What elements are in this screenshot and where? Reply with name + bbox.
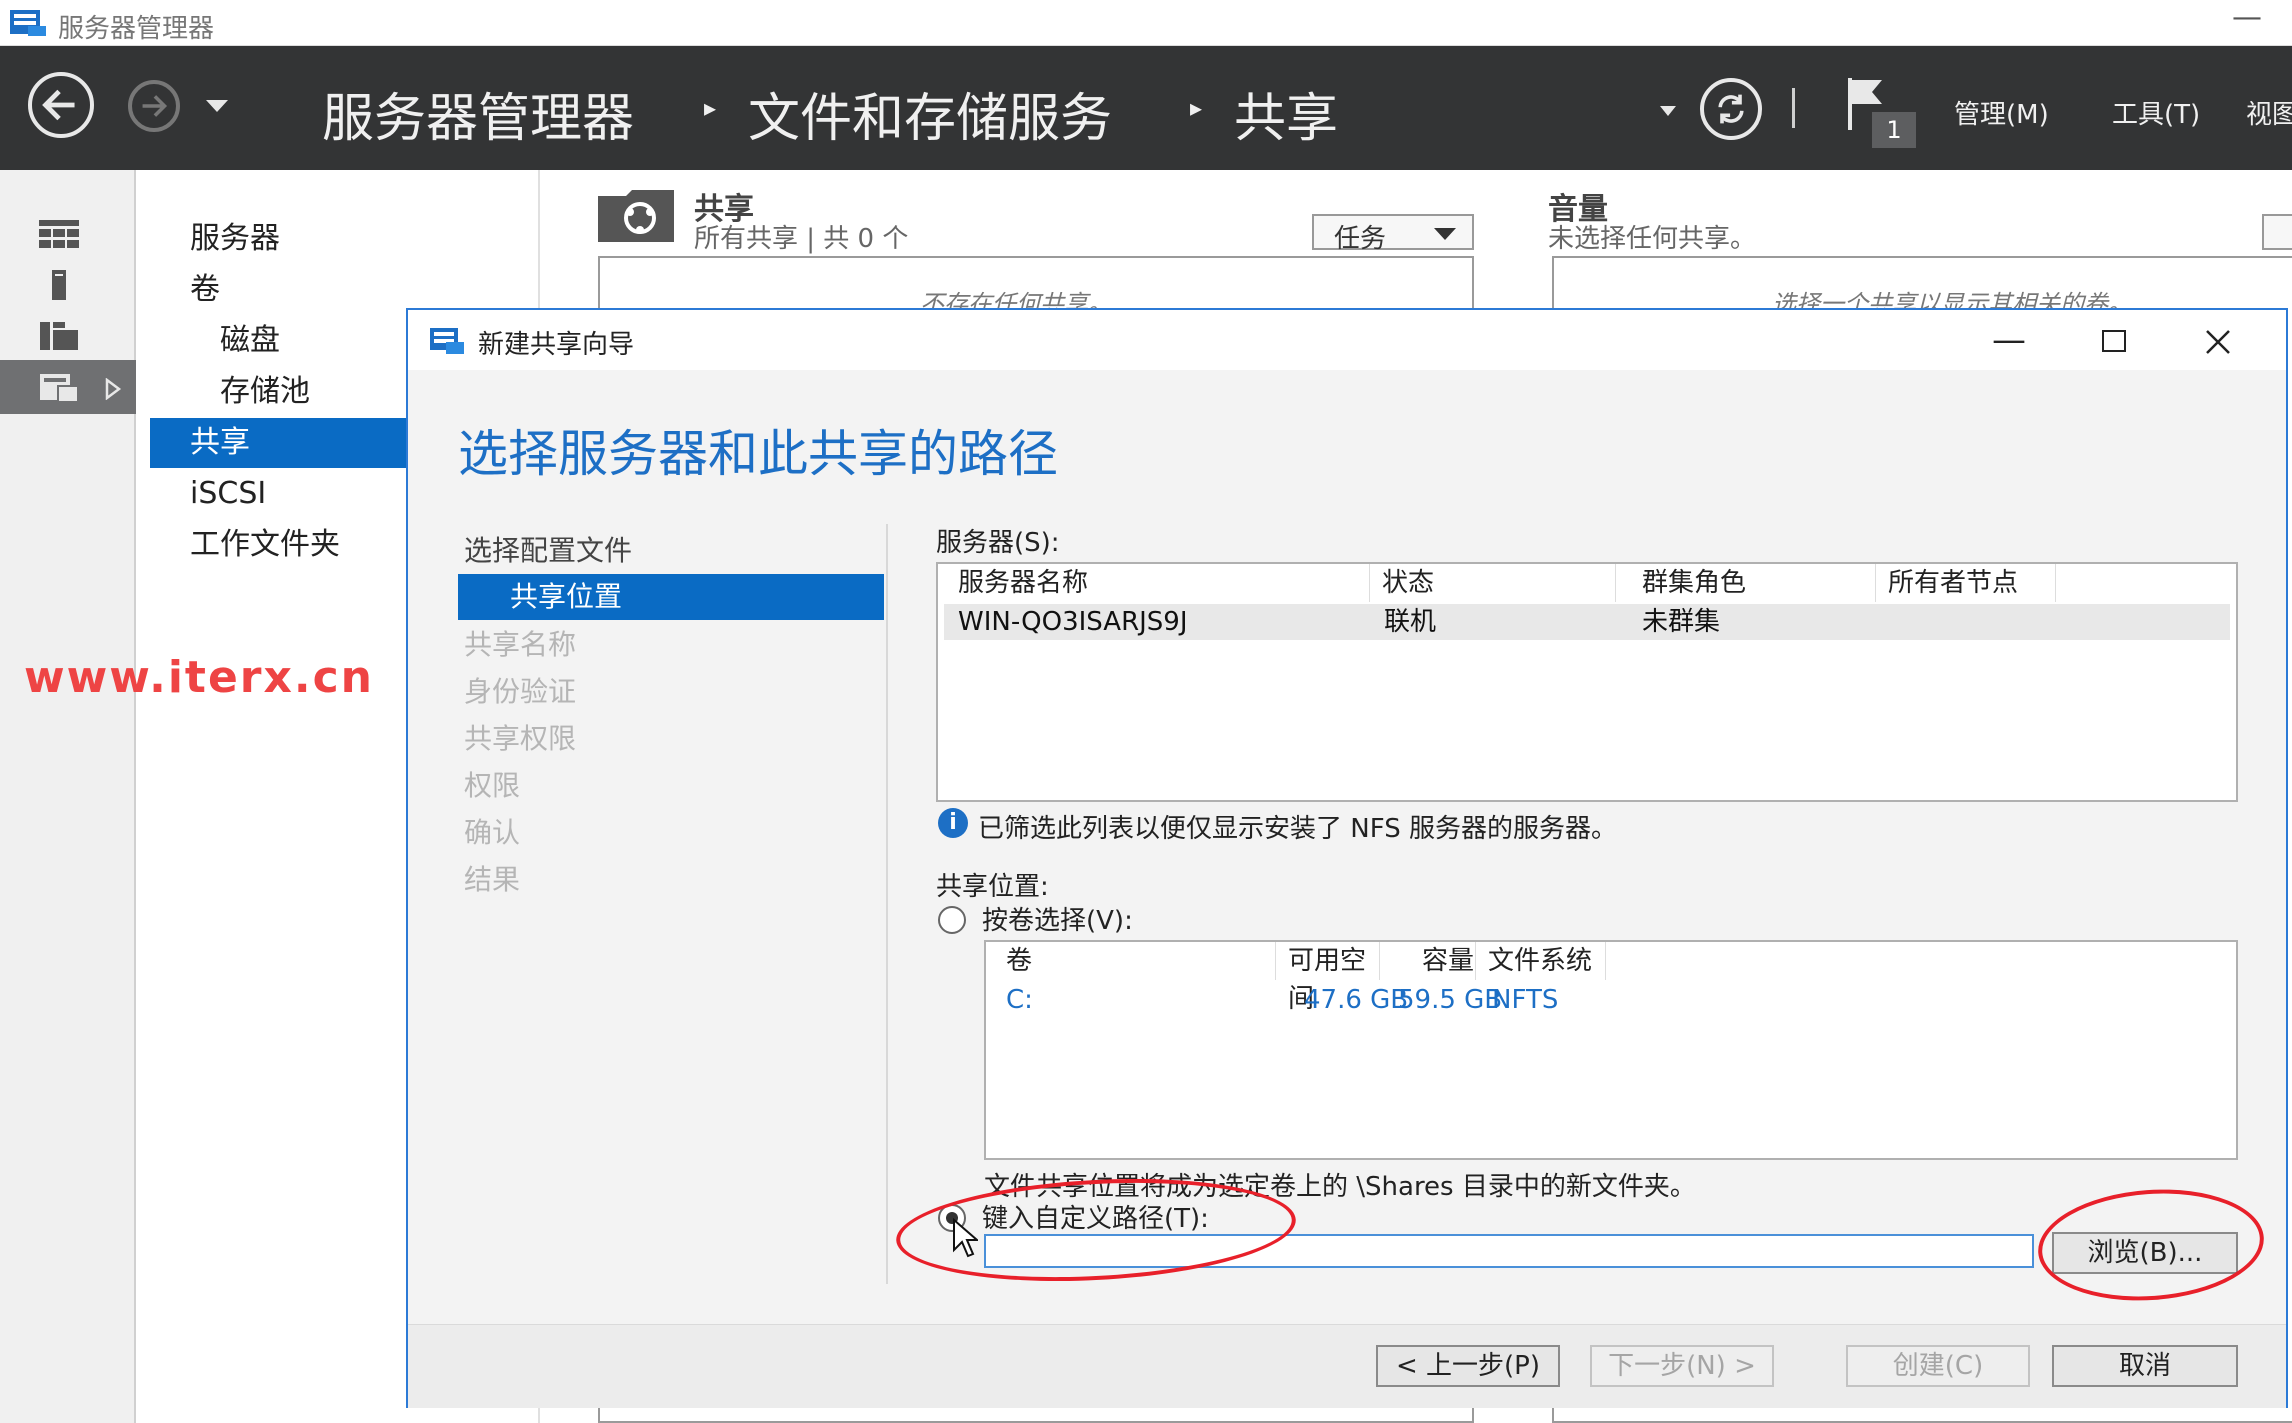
- expand-arrow-icon[interactable]: [104, 378, 122, 400]
- cell-volume: C:: [1006, 985, 1033, 1015]
- wizard-icon: [430, 328, 464, 354]
- annotation-circle-browse: [2034, 1182, 2268, 1308]
- refresh-button[interactable]: [1700, 78, 1762, 140]
- step-share-name: 共享名称: [464, 628, 577, 661]
- column-header-capacity[interactable]: 容量: [1410, 942, 1476, 980]
- notification-count: 1: [1872, 112, 1916, 148]
- header-bar: 服务器管理器 ▸ 文件和存储服务 ▸ 共享 1 管理(M) 工具(T) 视图: [0, 46, 2292, 170]
- table-row[interactable]: WIN-QO3ISARJS9J 联机 未群集: [944, 604, 2230, 640]
- close-icon[interactable]: [2204, 328, 2232, 356]
- menu-tools[interactable]: 工具(T): [2112, 94, 2200, 131]
- info-icon: i: [938, 808, 968, 838]
- dialog-minimize-button[interactable]: —: [1992, 320, 2026, 360]
- servers-label: 服务器(S):: [936, 528, 1060, 558]
- step-authentication: 身份验证: [464, 675, 577, 708]
- window-title: 服务器管理器: [58, 14, 215, 44]
- volume-tasks-dropdown[interactable]: [2262, 214, 2292, 250]
- menu-view[interactable]: 视图: [2246, 94, 2292, 131]
- column-header-volume[interactable]: 卷: [994, 942, 1276, 980]
- next-step-button: 下一步(N) >: [1590, 1345, 1774, 1387]
- step-confirmation: 确认: [464, 816, 521, 849]
- step-share-location[interactable]: 共享位置: [458, 574, 884, 620]
- arrow-left-icon: [42, 89, 75, 121]
- dialog-title: 新建共享向导: [478, 330, 635, 360]
- chevron-down-icon: [1434, 228, 1456, 240]
- breadcrumb-separator-icon: ▸: [704, 94, 717, 122]
- all-servers-icon[interactable]: [38, 318, 80, 352]
- dashboard-icon[interactable]: [38, 218, 80, 252]
- window-titlebar: 服务器管理器 —: [0, 0, 2292, 46]
- breadcrumb-root[interactable]: 服务器管理器: [322, 76, 634, 151]
- shares-tile-subtitle: 所有共享 | 共 0 个: [694, 224, 909, 254]
- tasks-dropdown[interactable]: 任务: [1312, 214, 1474, 254]
- cell-status: 联机: [1384, 607, 1437, 637]
- column-header-cluster-role[interactable]: 群集角色: [1630, 564, 1876, 602]
- menu-manage[interactable]: 管理(M): [1954, 94, 2049, 131]
- cell-owner-node: [1876, 604, 2056, 640]
- column-header-file-system[interactable]: 文件系统: [1476, 942, 1606, 980]
- forward-button[interactable]: [128, 80, 180, 132]
- local-server-icon[interactable]: [38, 268, 80, 302]
- cell-cluster-role: 未群集: [1642, 607, 1721, 637]
- by-volume-label[interactable]: 按卷选择(V):: [982, 900, 1133, 937]
- server-manager-icon: [10, 10, 46, 36]
- column-header-free-space[interactable]: 可用空间: [1276, 942, 1380, 1014]
- chevron-down-icon[interactable]: [1658, 104, 1678, 118]
- left-rail: [0, 170, 136, 1423]
- refresh-icon: [1718, 94, 1744, 124]
- cancel-button[interactable]: 取消: [2052, 1345, 2238, 1387]
- step-select-profile[interactable]: 选择配置文件: [464, 528, 884, 574]
- column-header-status[interactable]: 状态: [1370, 564, 1616, 602]
- filter-info-text: 已筛选此列表以便仅显示安装了 NFS 服务器的服务器。: [978, 814, 1617, 844]
- volumes-grid[interactable]: 卷 可用空间 容量 文件系统 C: 47.6 GB 59.5 GB NFTS: [984, 940, 2238, 1160]
- dialog-footer: < 上一步(P) 下一步(N) > 创建(C) 取消: [408, 1324, 2286, 1408]
- share-location-label: 共享位置:: [936, 872, 1049, 902]
- column-header-server-name[interactable]: 服务器名称: [946, 564, 1370, 602]
- step-results: 结果: [464, 863, 521, 896]
- watermark: www.iterx.cn: [24, 652, 375, 703]
- shares-folder-icon: [598, 190, 674, 242]
- step-share-permissions: 共享权限: [464, 722, 577, 755]
- new-share-wizard-dialog: 新建共享向导 — 选择服务器和此共享的路径 选择配置文件 共享位置 共享名称 身…: [406, 308, 2288, 1408]
- back-button[interactable]: [28, 72, 94, 138]
- volume-tile-subtitle: 未选择任何共享。: [1548, 224, 1757, 254]
- file-storage-icon[interactable]: [38, 370, 80, 404]
- breadcrumb-shares: 共享: [1234, 89, 1339, 149]
- breadcrumb-files-storage[interactable]: 文件和存储服务: [748, 76, 1112, 151]
- header-divider: [1792, 88, 1795, 128]
- minimize-button[interactable]: —: [2232, 0, 2262, 35]
- chevron-down-icon[interactable]: [204, 98, 230, 116]
- steps-divider: [886, 524, 888, 1284]
- back-step-button[interactable]: < 上一步(P): [1376, 1345, 1560, 1387]
- servers-grid[interactable]: 服务器名称 状态 群集角色 所有者节点 WIN-QO3ISARJS9J 联机 未…: [936, 562, 2238, 802]
- annotation-circle-custom-path: [893, 1169, 1299, 1291]
- arrow-right-icon: [142, 95, 168, 117]
- create-button: 创建(C): [1846, 1345, 2030, 1387]
- step-permissions: 权限: [464, 769, 521, 802]
- dialog-titlebar: 新建共享向导 —: [408, 310, 2286, 370]
- cell-file-system: NFTS: [1492, 985, 1559, 1015]
- breadcrumb-separator-icon: ▸: [1190, 94, 1203, 122]
- nav-item-servers[interactable]: 服务器: [190, 214, 490, 264]
- column-header-owner-node[interactable]: 所有者节点: [1876, 564, 2056, 602]
- dialog-heading: 选择服务器和此共享的路径: [458, 425, 1058, 483]
- cell-server-name: WIN-QO3ISARJS9J: [958, 607, 1188, 637]
- tasks-label: 任务: [1334, 224, 1387, 254]
- table-row[interactable]: C: 47.6 GB 59.5 GB NFTS: [992, 982, 2232, 1018]
- radio-by-volume[interactable]: [938, 906, 966, 934]
- dialog-maximize-button[interactable]: [2102, 330, 2126, 352]
